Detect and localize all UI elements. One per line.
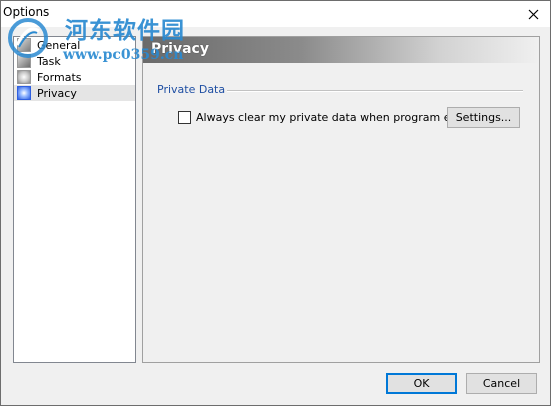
privacy-icon — [17, 86, 31, 100]
settings-button[interactable]: Settings... — [447, 107, 520, 128]
clear-private-data-label[interactable]: Always clear my private data when progra… — [196, 111, 470, 124]
panel-title: Privacy — [151, 41, 209, 57]
clear-private-data-option[interactable]: Always clear my private data when progra… — [178, 111, 470, 124]
close-icon — [528, 9, 538, 19]
private-data-group-label: Private Data — [157, 83, 232, 96]
general-icon — [17, 38, 31, 52]
sidebar-item-privacy[interactable]: Privacy — [14, 85, 135, 101]
clear-private-data-checkbox[interactable] — [178, 111, 191, 124]
sidebar-item-task[interactable]: Task — [14, 53, 135, 69]
panel-header: Privacy — [143, 37, 539, 63]
sidebar-item-label: Task — [37, 54, 61, 68]
sidebar-item-label: Privacy — [37, 86, 77, 100]
task-icon — [17, 54, 31, 68]
formats-icon — [17, 70, 31, 84]
title-bar: Options — [1, 1, 550, 27]
cancel-button[interactable]: Cancel — [466, 373, 537, 394]
sidebar-item-label: Formats — [37, 70, 82, 84]
close-button[interactable] — [516, 1, 550, 27]
sidebar-item-label: General — [37, 38, 81, 52]
ok-button[interactable]: OK — [386, 373, 457, 394]
sidebar-item-general[interactable]: General — [14, 37, 135, 53]
window-title: Options — [3, 5, 50, 19]
options-dialog: Options General Task Formats Privacy Pri… — [0, 0, 551, 406]
group-divider — [227, 90, 523, 92]
category-list[interactable]: General Task Formats Privacy — [13, 36, 136, 363]
privacy-panel: Privacy Private Data Always clear my pri… — [142, 36, 540, 363]
sidebar-item-formats[interactable]: Formats — [14, 69, 135, 85]
